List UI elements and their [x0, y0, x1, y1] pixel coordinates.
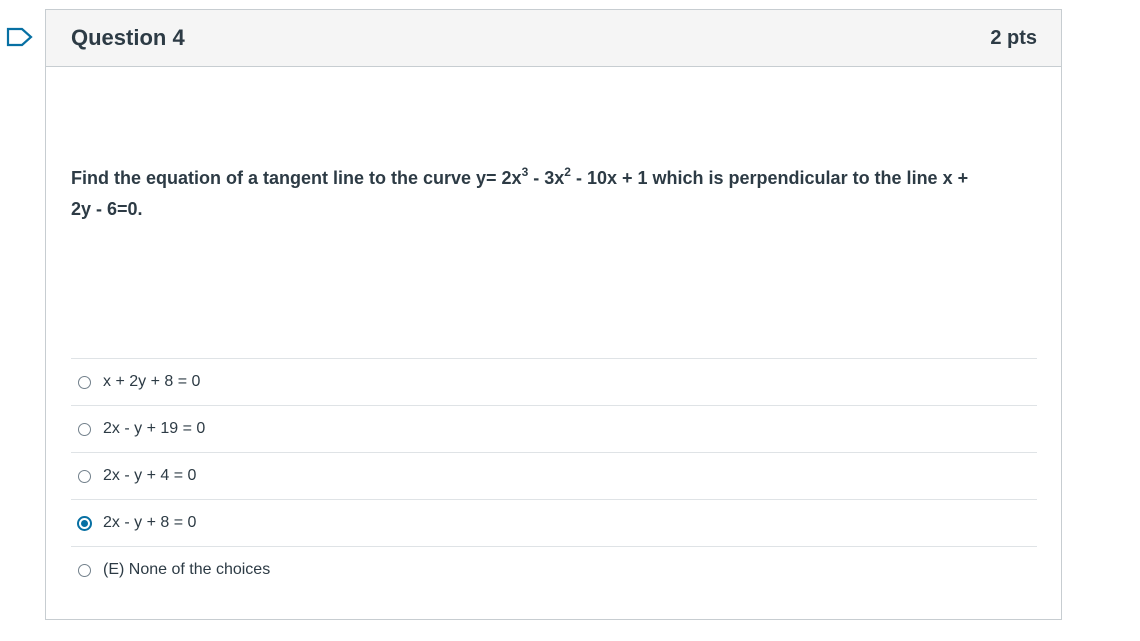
flag-question-icon[interactable]: [6, 27, 34, 47]
answer-option-selected[interactable]: 2x - y + 8 = 0: [71, 499, 1037, 546]
question-card: Question 4 2 pts Find the equation of a …: [45, 9, 1062, 620]
question-text-part: - 3x: [528, 168, 565, 188]
answer-option[interactable]: x + 2y + 8 = 0: [71, 358, 1037, 405]
answer-option[interactable]: (E) None of the choices: [71, 546, 1037, 593]
answer-list: x + 2y + 8 = 0 2x - y + 19 = 0 2x - y + …: [71, 358, 1037, 593]
answer-label[interactable]: 2x - y + 8 = 0: [103, 514, 196, 532]
question-text-part: 2y - 6=0.: [71, 199, 143, 219]
radio-button[interactable]: [78, 422, 91, 436]
answer-label[interactable]: x + 2y + 8 = 0: [103, 373, 200, 391]
radio-button[interactable]: [78, 375, 91, 389]
exponent: 3: [521, 165, 529, 179]
answer-label[interactable]: 2x - y + 19 = 0: [103, 420, 205, 438]
question-text-part: - 10x + 1 which is perpendicular to the …: [570, 168, 969, 188]
radio-button[interactable]: [78, 563, 91, 577]
answer-option[interactable]: 2x - y + 4 = 0: [71, 452, 1037, 499]
answer-option[interactable]: 2x - y + 19 = 0: [71, 405, 1037, 452]
question-points: 2 pts: [990, 26, 1037, 49]
exponent: 2: [564, 165, 571, 179]
question-text-part: Find the equation of a tangent line to t…: [71, 168, 522, 188]
question-text: Find the equation of a tangent line to t…: [71, 163, 1031, 225]
answer-label[interactable]: 2x - y + 4 = 0: [103, 467, 196, 485]
question-title: Question 4: [71, 25, 185, 50]
question-header: Question 4 2 pts: [46, 10, 1061, 67]
answer-label[interactable]: (E) None of the choices: [103, 561, 270, 579]
radio-button[interactable]: [78, 469, 91, 483]
radio-button-selected[interactable]: [77, 515, 92, 531]
